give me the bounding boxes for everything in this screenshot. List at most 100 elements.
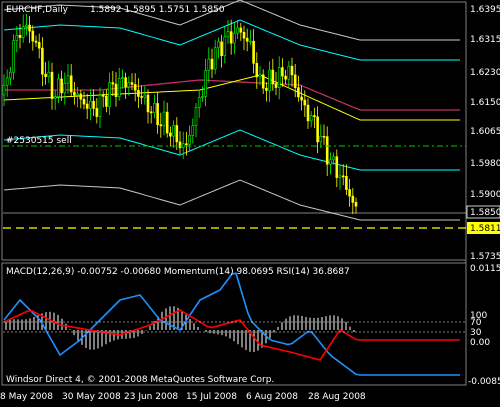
candle-body bbox=[50, 71, 54, 99]
candle-body bbox=[223, 36, 227, 57]
candle-body bbox=[194, 107, 198, 126]
candle-body bbox=[226, 31, 230, 38]
candle-body bbox=[268, 69, 271, 91]
candle-body bbox=[345, 175, 348, 190]
candle-body bbox=[329, 159, 332, 165]
candle-body bbox=[210, 58, 214, 70]
candle-body bbox=[165, 111, 169, 134]
indicator-frame bbox=[1, 262, 467, 386]
candle-body bbox=[287, 65, 291, 80]
candle-body bbox=[18, 35, 22, 38]
candle-body bbox=[15, 35, 19, 41]
price-tick: 1.6315 bbox=[470, 35, 500, 45]
candle-body bbox=[92, 100, 95, 109]
candle-body bbox=[153, 103, 156, 114]
candle-body bbox=[348, 189, 351, 197]
candle-body bbox=[316, 116, 319, 143]
candle-body bbox=[172, 125, 175, 137]
candle-body bbox=[9, 71, 12, 79]
candle-body bbox=[66, 75, 70, 84]
candle-body bbox=[265, 87, 268, 91]
candle-body bbox=[57, 78, 60, 97]
time-tick: 15 Jul 2008 bbox=[186, 392, 237, 402]
candle-body bbox=[181, 143, 185, 148]
candles-group[interactable] bbox=[2, 13, 358, 215]
candle-body bbox=[133, 84, 137, 91]
current-price-label: 1.5850 bbox=[470, 208, 500, 218]
candle-body bbox=[44, 73, 47, 77]
candle-body bbox=[217, 41, 220, 49]
candle-body bbox=[178, 141, 182, 148]
candle-body bbox=[137, 89, 140, 97]
candle-body bbox=[127, 82, 131, 88]
candle-body bbox=[281, 67, 284, 77]
candle-body bbox=[201, 96, 204, 98]
candle-body bbox=[105, 96, 108, 107]
candle-body bbox=[293, 74, 297, 88]
candle-body bbox=[60, 78, 63, 94]
price-tick: 1.6230 bbox=[470, 68, 500, 78]
indicator-tick: 0.00 bbox=[470, 338, 490, 348]
candle-body bbox=[34, 40, 38, 43]
candle-body bbox=[101, 94, 105, 97]
candle-body bbox=[162, 111, 166, 127]
candle-body bbox=[146, 94, 150, 113]
chart-window[interactable]: EURCHF,Daily 1.5892 1.5895 1.5751 1.5850… bbox=[0, 0, 500, 403]
indicator-tick: 70 bbox=[470, 318, 482, 328]
time-tick: 23 Jun 2008 bbox=[124, 392, 178, 402]
candle-body bbox=[41, 47, 44, 75]
candle-body bbox=[169, 132, 172, 137]
indicator-tick: 30 bbox=[470, 328, 482, 338]
candle-body bbox=[322, 135, 326, 138]
candle-body bbox=[261, 74, 265, 89]
candle-body bbox=[124, 77, 127, 88]
price-tick: 1.6395 bbox=[470, 5, 500, 15]
indicator-label: MACD(12,26,9) -0.00752 -0.00680 Momentum… bbox=[6, 267, 350, 277]
candle-body bbox=[207, 58, 211, 71]
candle-body bbox=[290, 65, 294, 76]
footer-label: Windsor Direct 4, © 2001-2008 MetaQuotes… bbox=[6, 375, 274, 385]
price-tick: 1.6150 bbox=[470, 98, 500, 108]
candle-body bbox=[140, 96, 143, 98]
symbol-label: EURCHF,Daily bbox=[6, 5, 69, 15]
candle-body bbox=[274, 83, 278, 88]
candle-body bbox=[31, 30, 35, 42]
candle-body bbox=[300, 96, 303, 101]
candle-body bbox=[204, 70, 207, 97]
candle-body bbox=[242, 31, 246, 39]
candle-body bbox=[175, 125, 179, 143]
candle-body bbox=[249, 40, 252, 43]
candle-body bbox=[130, 82, 134, 85]
candle-body bbox=[143, 94, 147, 98]
candle-body bbox=[69, 75, 73, 93]
candle-body bbox=[277, 67, 281, 88]
rsi-line bbox=[3, 309, 460, 361]
candle-body bbox=[47, 71, 51, 77]
time-tick: 8 May 2008 bbox=[0, 392, 53, 402]
candle-body bbox=[325, 136, 329, 165]
candle-body bbox=[98, 94, 102, 117]
candle-body bbox=[21, 26, 25, 38]
candle-body bbox=[156, 103, 159, 126]
chart-canvas[interactable]: EURCHF,Daily 1.5892 1.5895 1.5751 1.5850… bbox=[0, 0, 500, 403]
order-price-label: 1.5811 bbox=[470, 224, 500, 234]
indicator-tick: 0.01153 bbox=[470, 264, 500, 274]
time-tick: 30 May 2008 bbox=[62, 392, 121, 402]
candle-body bbox=[233, 32, 236, 44]
candle-body bbox=[111, 82, 115, 85]
candle-body bbox=[252, 40, 255, 64]
candle-body bbox=[239, 27, 243, 33]
band-lower-outer bbox=[3, 179, 460, 221]
indicator-group bbox=[3, 272, 460, 376]
candle-body bbox=[306, 104, 310, 122]
candle-body bbox=[255, 63, 259, 78]
candle-body bbox=[213, 47, 217, 70]
candle-body bbox=[28, 24, 31, 32]
candle-body bbox=[2, 84, 6, 96]
candle-body bbox=[197, 97, 201, 108]
candle-body bbox=[332, 156, 335, 161]
candle-body bbox=[12, 40, 15, 73]
band-lower-inner bbox=[3, 129, 460, 171]
candle-body bbox=[297, 87, 300, 98]
candle-body bbox=[185, 143, 188, 146]
